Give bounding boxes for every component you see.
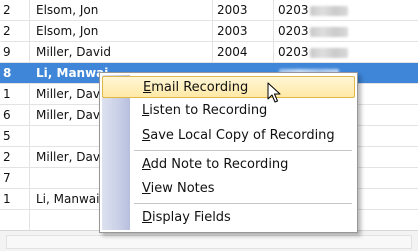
caller-name-cell: Li, Manwai [36, 192, 100, 206]
menu-item-save-local-copy[interactable]: Save Local Copy of Recording [102, 125, 355, 147]
menu-item-display-fields[interactable]: Display Fields [102, 207, 355, 229]
phone-cell: 0203 [278, 45, 348, 59]
row-id-cell: 8 [3, 66, 12, 80]
year-cell: 2003 [217, 3, 248, 17]
arrow-cursor-icon [267, 82, 281, 103]
row-id-cell: 2 [3, 3, 11, 17]
redacted-number [309, 26, 348, 37]
row-id-cell: 6 [3, 108, 11, 122]
menu-item-view-notes[interactable]: View Notes [102, 178, 355, 200]
bottom-panel-field [6, 235, 412, 249]
caller-name-cell: Li, Manwai [36, 66, 109, 80]
menu-item-label: View Notes [142, 181, 215, 196]
row-id-cell: 1 [3, 192, 11, 206]
phone-cell: 0203 [278, 3, 348, 17]
bottom-panel [0, 230, 418, 251]
caller-name-cell: Miller, David [36, 45, 111, 59]
row-id-cell: 1 [3, 87, 11, 101]
menu-item-listen-to-recording[interactable]: Listen to Recording [102, 100, 355, 122]
menu-item-label: Listen to Recording [142, 103, 268, 118]
row-id-cell: 7 [3, 171, 11, 185]
menu-item-label: Display Fields [142, 210, 231, 225]
menu-item-label: Add Note to Recording [142, 157, 289, 172]
year-cell: 2003 [217, 24, 248, 38]
context-menu: Email Recording Listen to Recording Save… [99, 72, 358, 233]
row-id-cell: 5 [3, 129, 11, 143]
caller-name-cell: Elsom, Jon [36, 24, 99, 38]
row-id-cell: 2 [3, 24, 11, 38]
menu-separator [134, 203, 352, 205]
menu-separator [134, 150, 352, 152]
menu-item-label: Email Recording [143, 80, 249, 95]
row-id-cell: 2 [3, 150, 11, 164]
table-row[interactable]: 2 Elsom, Jon 2003 0203 [0, 21, 418, 42]
table-row[interactable]: 9 Miller, David 2004 0203 [0, 42, 418, 63]
row-id-cell: 9 [3, 45, 11, 59]
menu-item-add-note[interactable]: Add Note to Recording [102, 154, 355, 176]
year-cell: 2004 [217, 45, 248, 59]
menu-item-label: Save Local Copy of Recording [142, 128, 335, 143]
table-row[interactable]: 2 Elsom, Jon 2003 0203 [0, 0, 418, 21]
phone-cell: 0203 [278, 24, 348, 38]
menu-item-email-recording[interactable]: Email Recording [102, 76, 355, 98]
redacted-number [309, 47, 348, 58]
redacted-number [309, 5, 348, 16]
caller-name-cell: Elsom, Jon [36, 3, 99, 17]
